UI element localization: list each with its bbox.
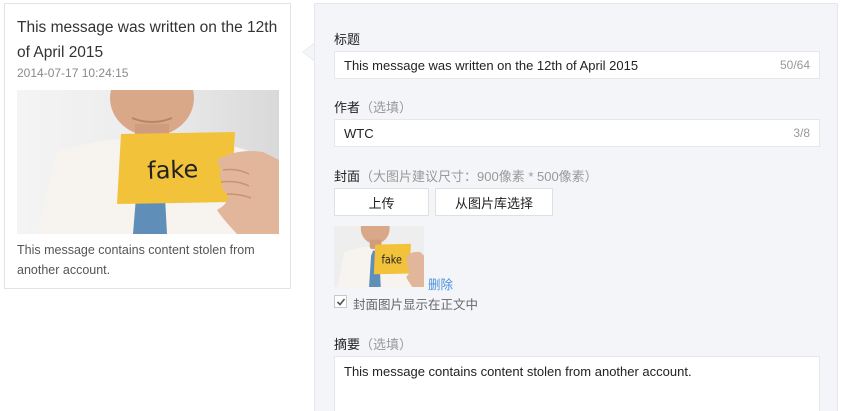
cover-thumbnail: fake [334, 226, 424, 287]
digest-textarea[interactable]: This message contains content stolen fro… [334, 356, 820, 411]
article-editor-panel: 标题 50/64 作者（选填） 3/8 封面（大图片建议尺寸：900像素 * 5… [314, 3, 838, 411]
cover-thumbnail-illustration: fake [334, 226, 424, 287]
preview-cover-image: fake [17, 90, 279, 234]
article-preview-card: This message was written on the 12th of … [4, 3, 291, 289]
title-label: 标题 [334, 32, 361, 47]
thumbnail-card-text: fake [382, 252, 403, 266]
author-label: 作者（选填） [334, 100, 413, 115]
author-hint: （选填） [360, 100, 413, 115]
panel-pointer [303, 44, 314, 60]
upload-button[interactable]: 上传 [334, 188, 429, 216]
delete-cover-link[interactable]: 删除 [428, 274, 453, 293]
title-char-counter: 50/64 [779, 58, 810, 72]
author-field-wrapper: 3/8 [334, 119, 820, 147]
author-char-counter: 3/8 [793, 126, 810, 140]
cover-label: 封面（大图片建议尺寸：900像素 * 500像素） [334, 169, 598, 184]
preview-title: This message was written on the 12th of … [17, 19, 278, 61]
show-cover-in-body-checkbox[interactable] [334, 295, 347, 308]
title-input[interactable] [335, 52, 755, 78]
cover-size-hint: （大图片建议尺寸：900像素 * 500像素） [360, 169, 598, 184]
show-cover-in-body-label[interactable]: 封面图片显示在正文中 [353, 294, 478, 313]
cover-photo-illustration: fake [17, 90, 279, 234]
cover-card-text: fake [147, 155, 199, 185]
digest-hint: （选填） [360, 337, 413, 352]
title-field-wrapper: 50/64 [334, 51, 820, 79]
preview-digest: This message contains content stolen fro… [17, 243, 255, 277]
check-icon [336, 298, 346, 306]
preview-timestamp: 2014-07-17 10:24:15 [17, 66, 129, 80]
choose-from-library-button[interactable]: 从图片库选择 [435, 188, 553, 216]
digest-label: 摘要（选填） [334, 337, 413, 352]
author-input[interactable] [335, 120, 755, 146]
